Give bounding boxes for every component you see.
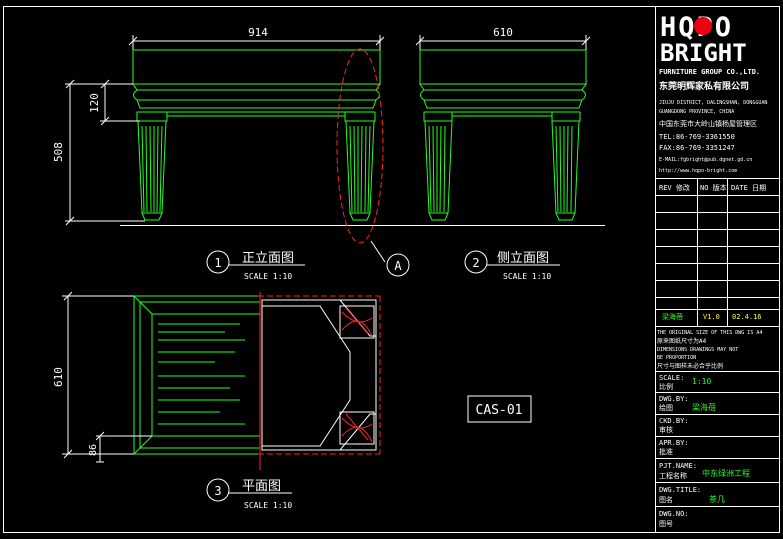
svg-text:http://www.hqpo-bright.com: http://www.hqpo-bright.com — [659, 168, 737, 174]
plan-view-label: 3 平面图 SCALE 1:10 — [206, 478, 292, 510]
logo-red-dot — [694, 17, 712, 35]
svg-text:批准: 批准 — [659, 447, 673, 456]
svg-text:图号: 图号 — [659, 520, 673, 528]
svg-text:2: 2 — [472, 256, 479, 270]
svg-text:SCALE:: SCALE: — [659, 374, 684, 382]
dim-plan-small: 86 — [88, 444, 99, 456]
dim-plan-depth: 610 — [52, 367, 65, 387]
svg-text:东莞明辉家私有限公司: 东莞明辉家私有限公司 — [659, 80, 749, 92]
front-view-label: 1 正立面图 SCALE 1:10 — [206, 250, 305, 281]
svg-text:GUANGDONG PROVINCE, CHINA: GUANGDONG PROVINCE, CHINA — [659, 109, 734, 115]
plan-view: 610 86 — [52, 291, 381, 470]
svg-text:E-MAIL:fgbright@pub.dgnet.gd.c: E-MAIL:fgbright@pub.dgnet.gd.cn — [659, 157, 752, 163]
dim-side-width: 610 — [493, 26, 513, 39]
side-view-label: 2 侧立面图 SCALE 1:10 — [464, 250, 560, 281]
svg-text:PJT.NAME:: PJT.NAME: — [659, 462, 697, 470]
svg-text:中国东莞市大岭山镇杨屋管理区: 中国东莞市大岭山镇杨屋管理区 — [659, 119, 757, 128]
scale-value: 1:10 — [692, 377, 711, 386]
svg-text:FAX:86-769-3351247: FAX:86-769-3351247 — [659, 144, 735, 152]
title-block: HQPO BRIGHT FURNITURE GROUP CO.,LTD. 东莞明… — [655, 12, 779, 528]
side-view-title: 侧立面图 — [497, 251, 549, 266]
svg-text:原来图纸尺寸为A4: 原来图纸尺寸为A4 — [657, 337, 707, 345]
svg-text:审核: 审核 — [659, 425, 673, 434]
svg-text:DWG.BY:: DWG.BY: — [659, 395, 689, 403]
svg-text:尺寸与图样未必合乎比例: 尺寸与图样未必合乎比例 — [657, 362, 723, 370]
svg-text:CKD.BY:: CKD.BY: — [659, 417, 689, 425]
drawing-title: 茶几 — [709, 494, 725, 504]
dim-front-width: 914 — [248, 26, 268, 39]
svg-text:APR.BY:: APR.BY: — [659, 439, 689, 447]
svg-text:工程名称: 工程名称 — [659, 471, 687, 480]
svg-text:比例: 比例 — [659, 382, 673, 391]
svg-text:3: 3 — [214, 484, 221, 498]
front-view-title: 正立面图 — [242, 251, 294, 266]
svg-text:图名: 图名 — [659, 495, 673, 504]
svg-text:NO 版本: NO 版本 — [700, 183, 727, 192]
svg-text:THE ORIGINAL SIZE OF THIS DWG: THE ORIGINAL SIZE OF THIS DWG IS A4 — [657, 330, 762, 336]
detail-callout-ellipse — [336, 48, 384, 244]
svg-text:JIUJU DISTRICT, DALINGSHAN, DO: JIUJU DISTRICT, DALINGSHAN, DONGGUAN — [659, 100, 767, 106]
front-view-scale: SCALE 1:10 — [244, 272, 292, 281]
svg-text:绘图: 绘图 — [659, 403, 673, 412]
svg-text:DIMENSIONS DRAWINGS MAY NOT: DIMENSIONS DRAWINGS MAY NOT — [657, 347, 738, 353]
side-elevation: 610 — [415, 26, 591, 221]
dwg-by-value: 梁海蓓 — [692, 402, 716, 412]
svg-text:1: 1 — [214, 256, 221, 270]
svg-text:BE PROPORTION: BE PROPORTION — [657, 355, 696, 361]
front-elevation: 914 508 120 A — [52, 26, 605, 277]
cad-drawing: 914 508 120 A 610 1 正立面图 SCALE 1:10 2 侧立… — [3, 6, 780, 533]
svg-text:FURNITURE GROUP CO.,LTD.: FURNITURE GROUP CO.,LTD. — [659, 68, 760, 76]
plan-wood-grain — [158, 323, 245, 425]
svg-text:DWG.NO:: DWG.NO: — [659, 510, 689, 518]
detail-marker-label: A — [394, 259, 402, 273]
dim-top-height: 120 — [88, 93, 101, 113]
svg-text:TEL:86-769-3361550: TEL:86-769-3361550 — [659, 133, 735, 141]
svg-text:REV 修改: REV 修改 — [659, 183, 690, 192]
svg-text:02.4.16: 02.4.16 — [732, 313, 762, 321]
project-name: 中东绿洲工程 — [702, 468, 750, 478]
drawing-code: CAS-01 — [476, 403, 523, 418]
plan-view-title: 平面图 — [242, 479, 281, 494]
plan-view-scale: SCALE 1:10 — [244, 501, 292, 510]
svg-text:DATE 日期: DATE 日期 — [731, 184, 766, 192]
dim-height: 508 — [52, 142, 65, 162]
logo-bottom: BRIGHT — [660, 39, 747, 67]
svg-text:DWG.TITLE:: DWG.TITLE: — [659, 486, 701, 494]
side-view-scale: SCALE 1:10 — [503, 272, 551, 281]
svg-text:梁海蓓: 梁海蓓 — [662, 312, 683, 321]
svg-text:V1.0: V1.0 — [703, 313, 720, 321]
